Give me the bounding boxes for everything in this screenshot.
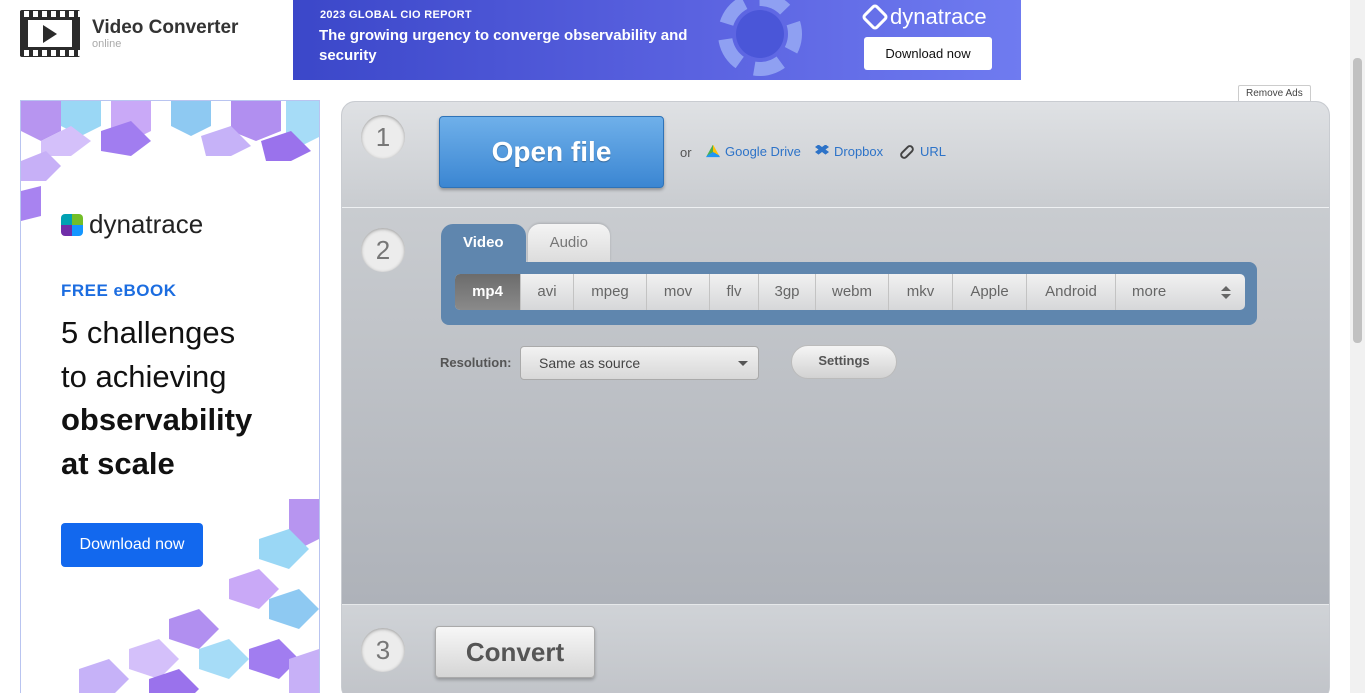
format-3gp[interactable]: 3gp: [759, 274, 816, 310]
dropbox-label: Dropbox: [834, 144, 884, 159]
google-drive-link[interactable]: Google Drive: [706, 144, 801, 159]
step-1-section: 1 Open file or Google Drive Dropbox URL: [342, 102, 1329, 208]
or-label: or: [680, 145, 692, 160]
page: Video Converter online 2023 GLOBAL CIO R…: [0, 0, 1365, 693]
ad-headline: The growing urgency to converge observab…: [319, 27, 688, 64]
side-ad-brand-name: dynatrace: [89, 209, 204, 239]
format-webm[interactable]: webm: [816, 274, 889, 310]
resolution-select[interactable]: Same as source: [520, 346, 759, 380]
dynatrace-logo-icon: [860, 2, 890, 32]
format-android[interactable]: Android: [1027, 274, 1116, 310]
link-icon: [898, 143, 916, 160]
film-play-icon: [20, 10, 80, 57]
url-link[interactable]: URL: [898, 143, 947, 160]
side-ad-brand: dynatrace: [61, 209, 203, 240]
url-label: URL: [920, 144, 947, 159]
side-ad-line: observability: [61, 402, 253, 437]
format-more-label: more: [1132, 283, 1167, 300]
dynatrace-logo-icon: [61, 213, 83, 236]
resolution-value: Same as source: [539, 355, 641, 371]
step-number: 2: [361, 228, 405, 272]
site-logo[interactable]: Video Converter online: [20, 10, 238, 57]
chevron-down-icon: [738, 361, 748, 366]
site-title: Video Converter: [92, 16, 239, 38]
convert-button[interactable]: Convert: [435, 626, 595, 678]
settings-button[interactable]: Settings: [791, 345, 897, 379]
tab-audio[interactable]: Audio: [527, 224, 610, 262]
ad-brand-name: dynatrace: [890, 4, 987, 29]
cube-pattern-top: [21, 101, 319, 221]
side-ad-download-button[interactable]: Download now: [61, 523, 203, 567]
open-file-button[interactable]: Open file: [439, 116, 664, 188]
handshake-icon: [736, 10, 784, 58]
side-ad-line: at scale: [61, 446, 175, 481]
google-drive-icon: [706, 144, 720, 158]
converter-panel: 1 Open file or Google Drive Dropbox URL …: [341, 101, 1330, 693]
top-banner-ad[interactable]: 2023 GLOBAL CIO REPORT The growing urgen…: [293, 0, 1021, 80]
vertical-scrollbar[interactable]: [1350, 0, 1365, 693]
chevron-down-icon: [1221, 294, 1231, 299]
format-apple[interactable]: Apple: [953, 274, 1027, 310]
dropbox-link[interactable]: Dropbox: [815, 144, 883, 159]
side-ad-line: 5 challenges: [61, 315, 236, 350]
ad-download-button[interactable]: Download now: [864, 37, 992, 70]
format-mkv[interactable]: mkv: [889, 274, 953, 310]
side-ad-line: to achieving: [61, 359, 227, 394]
chevron-up-icon: [1221, 286, 1231, 291]
scrollbar-thumb[interactable]: [1353, 58, 1362, 343]
dropbox-icon: [815, 144, 829, 155]
step-number: 3: [361, 628, 405, 672]
ad-brand-logo: dynatrace: [860, 2, 987, 32]
media-type-tabs: Video Audio: [441, 224, 610, 262]
format-list: mp4 avi mpeg mov flv 3gp webm mkv Apple …: [455, 274, 1245, 310]
step-number: 1: [361, 115, 405, 159]
tab-video[interactable]: Video: [441, 224, 526, 262]
format-mov[interactable]: mov: [647, 274, 710, 310]
format-mpeg[interactable]: mpeg: [574, 274, 647, 310]
side-ad-tag: FREE eBOOK: [61, 281, 177, 300]
format-more-select[interactable]: more: [1116, 274, 1245, 310]
format-bar: mp4 avi mpeg mov flv 3gp webm mkv Apple …: [441, 262, 1257, 325]
resolution-label: Resolution:: [440, 355, 512, 370]
google-drive-label: Google Drive: [725, 144, 801, 159]
side-banner-ad[interactable]: dynatrace FREE eBOOK 5 challenges to ach…: [20, 100, 320, 693]
step-3-section: 3 Convert: [342, 604, 1329, 693]
format-mp4[interactable]: mp4: [455, 274, 521, 310]
site-subtitle: online: [92, 37, 122, 50]
format-avi[interactable]: avi: [521, 274, 574, 310]
format-flv[interactable]: flv: [710, 274, 759, 310]
ad-kicker: 2023 GLOBAL CIO REPORT: [320, 9, 472, 21]
